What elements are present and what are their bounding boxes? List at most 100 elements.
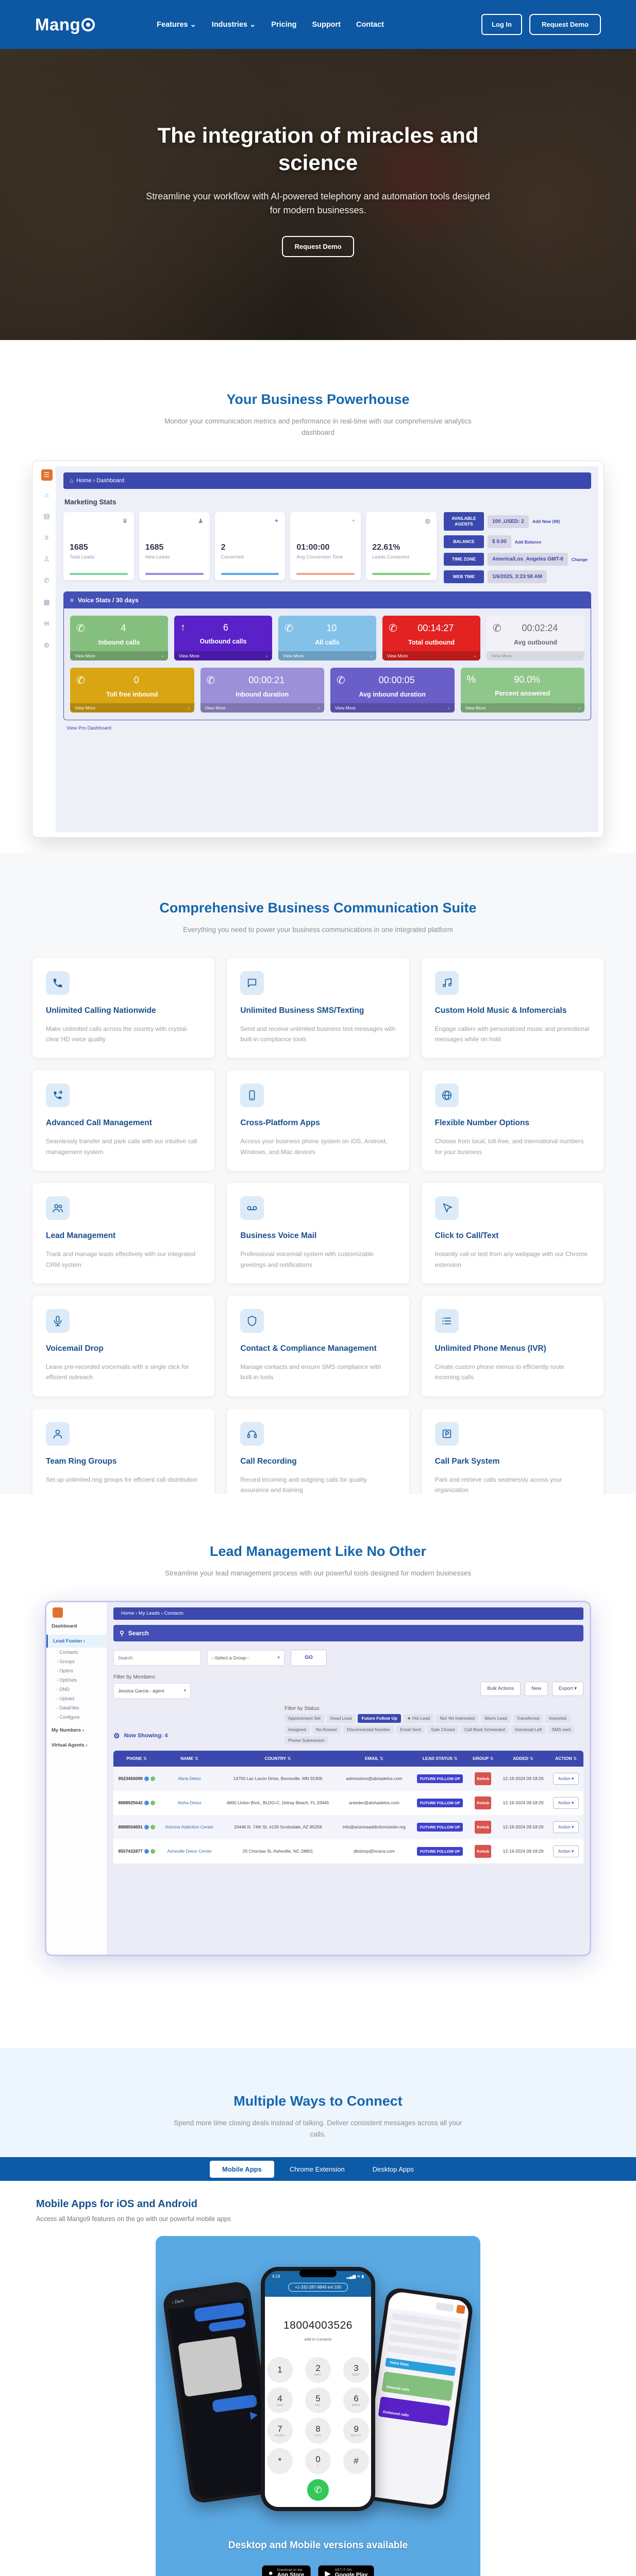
gear-icon[interactable] xyxy=(113,1732,120,1740)
call-icon[interactable] xyxy=(144,1849,149,1854)
status-filter-chip[interactable]: Transferred xyxy=(513,1714,543,1723)
go-button[interactable]: GO xyxy=(291,1649,327,1666)
app-store-badge[interactable]: ▶ GET IT ON Google Play xyxy=(318,2565,375,2576)
crm-action-button[interactable]: Bulk Actions xyxy=(480,1681,521,1696)
nav-item[interactable]: Support xyxy=(312,21,341,29)
status-filter-chip[interactable]: Email Sent xyxy=(396,1725,425,1734)
status-filter-chip[interactable]: Warm Lead xyxy=(480,1714,511,1723)
crm-search-input[interactable] xyxy=(113,1650,201,1666)
table-column-header[interactable]: LEAD STATUS xyxy=(411,1750,468,1767)
lead-name[interactable]: Aloha Detox xyxy=(160,1791,219,1815)
table-column-header[interactable]: COUNTRY xyxy=(219,1750,337,1767)
sidebar-icon[interactable]: ⚙ xyxy=(44,641,50,650)
status-filter-chip[interactable]: Sale Closed xyxy=(427,1725,459,1734)
status-filter-chip[interactable]: ★ Hot Lead xyxy=(403,1714,434,1723)
table-column-header[interactable]: ADDED xyxy=(497,1750,549,1767)
table-column-header[interactable]: ACTION xyxy=(548,1750,583,1767)
status-filter-chip[interactable]: Disconnected Number xyxy=(343,1725,394,1734)
status-filter-chip[interactable]: SMS sent xyxy=(548,1725,575,1734)
keypad-key[interactable]: 4 GHI xyxy=(267,2387,293,2414)
hero-request-demo-button[interactable]: Request Demo xyxy=(282,236,354,257)
crm-sidebar-item[interactable]: Dashboard xyxy=(46,1620,107,1633)
sidebar-icon[interactable]: ✆ xyxy=(44,577,49,585)
keypad-key[interactable]: 6 MNO xyxy=(343,2387,369,2414)
sms-icon[interactable] xyxy=(150,1801,155,1806)
sidebar-icon[interactable]: ✉ xyxy=(44,620,49,628)
nav-item[interactable]: Features ⌄ xyxy=(157,21,196,29)
view-more-link[interactable]: View More › xyxy=(70,703,194,713)
sidebar-icon[interactable]: ♙ xyxy=(44,555,50,563)
view-more-link[interactable]: View More › xyxy=(70,651,168,661)
keypad-key[interactable]: 0 + xyxy=(305,2448,331,2475)
table-column-header[interactable]: PHONE xyxy=(113,1750,160,1767)
call-button[interactable]: ✆ xyxy=(307,2479,329,2501)
status-filter-chip[interactable]: Not Yet Interested xyxy=(436,1714,478,1723)
connect-tab[interactable]: Chrome Extension xyxy=(277,2161,357,2178)
sms-icon[interactable] xyxy=(150,1849,155,1854)
brand-logo[interactable]: Mang xyxy=(35,15,95,35)
app-store-badge[interactable]: ● Download on the App Store xyxy=(261,2565,311,2576)
status-filter-chip[interactable]: Future Follow Up xyxy=(358,1714,401,1723)
crm-sidebar-item[interactable]: Configure xyxy=(46,1713,107,1722)
crm-sidebar-item[interactable]: My Numbers › xyxy=(46,1724,107,1737)
keypad-key[interactable]: # xyxy=(343,2448,369,2475)
info-action-link[interactable]: Change xyxy=(572,557,588,562)
view-more-link[interactable]: View More › xyxy=(200,703,324,713)
view-more-link[interactable]: View More › xyxy=(330,703,455,713)
crm-sidebar-item[interactable]: Virtual Agents › xyxy=(46,1739,107,1752)
table-column-header[interactable]: NAME xyxy=(160,1750,219,1767)
crm-sidebar-item[interactable]: Lead Fusion › xyxy=(46,1634,107,1648)
sidebar-icon[interactable]: # xyxy=(45,534,48,541)
keypad-key[interactable]: 9 WXYZ xyxy=(343,2418,369,2444)
status-filter-chip[interactable]: Imported xyxy=(545,1714,570,1723)
connect-tab[interactable]: Desktop Apps xyxy=(360,2161,426,2178)
info-action-link[interactable]: Add New (98) xyxy=(532,519,560,524)
status-filter-chip[interactable]: No Answer xyxy=(312,1725,341,1734)
crm-sidebar-item[interactable]: DND xyxy=(46,1685,107,1694)
call-icon[interactable] xyxy=(144,1776,149,1782)
status-filter-chip[interactable]: Appointment Set xyxy=(284,1714,324,1723)
call-icon[interactable] xyxy=(144,1801,149,1806)
nav-item[interactable]: Industries ⌄ xyxy=(212,21,256,29)
keypad-key[interactable]: 5 JKL xyxy=(305,2387,331,2414)
view-more-link[interactable]: View More › xyxy=(382,651,480,661)
table-column-header[interactable]: GROUP xyxy=(468,1750,498,1767)
login-button[interactable]: Log In xyxy=(481,14,522,35)
keypad-key[interactable]: * xyxy=(267,2448,293,2475)
crm-sidebar-item[interactable]: DataFiles xyxy=(46,1703,107,1713)
status-filter-chip[interactable]: Call Back Scheduled xyxy=(461,1725,509,1734)
crm-sidebar-item[interactable]: Groups xyxy=(46,1657,107,1666)
add-to-contacts-link[interactable]: Add to Contacts xyxy=(265,2337,371,2342)
row-action-button[interactable]: Action ▾ xyxy=(553,1821,579,1833)
member-select[interactable]: Jessica Garcia - agent xyxy=(113,1683,191,1699)
hamburger-menu-icon[interactable]: ☰ xyxy=(41,469,53,481)
lead-name[interactable]: Abria Detox xyxy=(160,1767,219,1791)
status-filter-chip[interactable]: Assigned xyxy=(284,1725,310,1734)
keypad-key[interactable]: 3 DEF xyxy=(343,2357,369,2383)
view-more-link[interactable]: View More › xyxy=(487,651,584,661)
view-more-link[interactable]: View More › xyxy=(460,703,584,713)
keypad-key[interactable]: 7 PQRS xyxy=(267,2418,293,2444)
status-filter-chip[interactable]: Phone Submission xyxy=(284,1736,328,1744)
row-action-button[interactable]: Action ▾ xyxy=(553,1772,579,1785)
nav-item[interactable]: Pricing xyxy=(271,21,296,29)
crm-sidebar-item[interactable]: Upload xyxy=(46,1694,107,1703)
sidebar-icon[interactable]: ▤ xyxy=(43,512,49,520)
crm-sidebar-item[interactable]: OptOuts xyxy=(46,1675,107,1685)
nav-item[interactable]: Contact xyxy=(356,21,384,29)
view-more-link[interactable]: View More › xyxy=(174,651,272,661)
crm-action-button[interactable]: Export ▾ xyxy=(552,1681,583,1696)
view-more-link[interactable]: View More › xyxy=(278,651,376,661)
keypad-key[interactable]: 1 xyxy=(267,2357,293,2383)
lead-name[interactable]: Arizona Addiction Center xyxy=(160,1815,219,1839)
sidebar-icon[interactable]: ⌂ xyxy=(45,491,49,499)
connect-tab[interactable]: Mobile Apps xyxy=(210,2160,274,2178)
sms-icon[interactable] xyxy=(150,1776,155,1782)
request-demo-button[interactable]: Request Demo xyxy=(529,14,601,35)
sms-icon[interactable] xyxy=(150,1825,155,1830)
group-select[interactable]: --Select a Group-- xyxy=(207,1650,284,1666)
crm-sidebar-item[interactable]: Contacts xyxy=(46,1648,107,1657)
row-action-button[interactable]: Action ▾ xyxy=(553,1845,579,1857)
lead-name[interactable]: Asheville Detox Center xyxy=(160,1839,219,1863)
crm-action-button[interactable]: New xyxy=(525,1681,548,1696)
